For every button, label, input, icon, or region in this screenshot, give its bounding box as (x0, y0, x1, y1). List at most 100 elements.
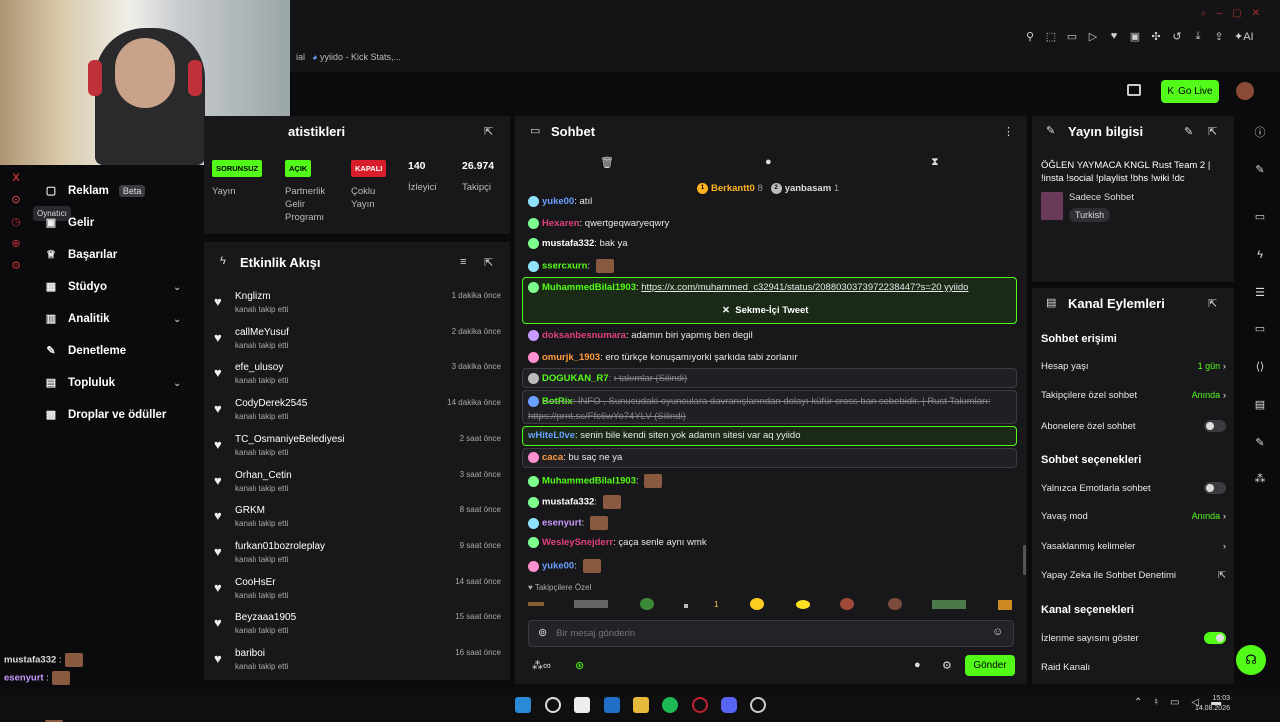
sidebar-item-gelir[interactable]: ▣ Gelir (44, 216, 94, 230)
chat-message[interactable]: caca: bu saç ne ya (528, 452, 622, 463)
chat-message[interactable]: MuhammedBilal1903: https://x.com/muhamme… (528, 282, 968, 293)
chevron-down-icon[interactable]: ⌄ (173, 378, 181, 389)
chat-username[interactable]: MuhammedBilal1903 (542, 282, 636, 293)
browser-extensions[interactable]: ⚲ ⬚ ▭ ▷ ♥ ▣ ✣ ↺ ⤓ ⇪ ✦AI (1024, 30, 1254, 43)
subs-chat-toggle[interactable] (1204, 420, 1226, 432)
code-icon[interactable]: ⟨⟩ (1252, 360, 1268, 373)
chat-username[interactable]: wHiteL0ve (528, 430, 575, 441)
slow-mode-row[interactable]: Yavaş mod Anında › (1041, 511, 1226, 522)
minimize-icon[interactable]: – (1217, 8, 1223, 19)
gear-icon[interactable]: ⚙ (11, 260, 21, 272)
store-icon[interactable] (574, 697, 590, 713)
list-item[interactable]: ♥ callMeYusuf kanalı takip etti 2 dakika ön… (214, 323, 504, 359)
sidebar-item-analitik[interactable]: ▥ Analitik (44, 312, 110, 326)
folder-icon[interactable] (633, 697, 649, 713)
sidebar-item-reklam[interactable]: ▢ Reklam Beta (44, 184, 146, 197)
list-item[interactable]: ♥ furkan01bozroleplay kanalı takip etti 9 s… (214, 537, 504, 573)
history-icon[interactable]: ↺ (1171, 30, 1183, 43)
popout-icon[interactable]: ⇱ (484, 125, 493, 138)
browser-tab[interactable]: ial (296, 52, 305, 62)
emote-icon[interactable] (796, 600, 810, 609)
shield-icon[interactable]: ⊚ (538, 626, 547, 639)
chat-username[interactable]: doksanbesnumara (542, 330, 626, 341)
mic-icon[interactable]: ♮ (1154, 697, 1158, 708)
bolt-icon[interactable]: ϟ (1252, 249, 1268, 261)
emote-icon[interactable] (932, 600, 966, 609)
sidebar-item-denetleme[interactable]: ✎ Denetleme (44, 344, 126, 358)
chat-icon[interactable]: ▭ (1252, 322, 1268, 335)
chevron-down-icon[interactable]: ⌄ (173, 282, 181, 293)
chat-message[interactable]: mustafa332: (528, 495, 621, 509)
chat-message[interactable]: esenyurt: (528, 516, 608, 530)
discord-icon[interactable] (721, 697, 737, 713)
windows-start-icon[interactable] (515, 697, 531, 713)
chat-username[interactable]: MuhammedBilal1903 (542, 476, 636, 487)
emote-icon[interactable] (750, 598, 764, 610)
popout-icon[interactable]: ⇱ (1208, 297, 1217, 310)
tv-icon[interactable] (1127, 84, 1141, 96)
avatar[interactable] (1236, 82, 1254, 100)
heart-icon[interactable]: ♥ (1108, 30, 1120, 43)
browser-tab-kickstats[interactable]: ◕ yyiido - Kick Stats,... (312, 52, 401, 62)
monitor-icon[interactable]: ▭ (1170, 697, 1179, 708)
video-icon[interactable]: ▭ (1252, 210, 1268, 223)
emote-icon[interactable] (684, 604, 688, 608)
sidebar-item-basarilar[interactable]: ♕ Başarılar (44, 248, 117, 262)
ai-icon[interactable]: ✦AI (1234, 30, 1254, 43)
list-item[interactable]: ♥ bariboi kanalı takip etti 16 saat önce (214, 644, 504, 680)
chat-message[interactable]: yuke00: (528, 559, 601, 573)
go-live-button[interactable]: K Go Live (1161, 80, 1219, 103)
chat-message[interactable]: Hexaren: qwertgeqwaryeqwry (528, 218, 669, 229)
chat-message[interactable]: DOGUKAN_R7: ı takımlar (Silindi) (528, 373, 687, 384)
box-icon[interactable]: ▣ (1129, 30, 1141, 43)
list-item[interactable]: ♥ efe_ulusoy kanalı takip etti 3 dakika önc… (214, 358, 504, 394)
chat-message[interactable]: mustafa332: bak ya (528, 238, 628, 249)
gamepad-icon[interactable]: ⊕ (11, 238, 20, 250)
sidebar-item-droplar[interactable]: ▩ Droplar ve ödüller (44, 408, 167, 422)
chat-username[interactable]: DOGUKAN_R7 (542, 373, 609, 384)
chat-message[interactable]: doksanbesnumara: adamın biri yapmış ben … (528, 330, 753, 341)
chat-username[interactable]: yuke00 (542, 196, 574, 207)
chat-username[interactable]: esenyurt (542, 518, 582, 529)
close-icon[interactable]: ✕ (1252, 8, 1260, 19)
search-icon[interactable]: ⌕ (1201, 8, 1207, 19)
chat-message[interactable]: ssercxurn: (528, 259, 614, 273)
chat-username[interactable]: ssercxurn (542, 261, 587, 272)
chat-username[interactable]: yuke00 (542, 561, 574, 572)
app-icon[interactable] (750, 697, 766, 713)
chevron-down-icon[interactable]: ⌄ (173, 314, 181, 325)
search-icon[interactable] (545, 697, 561, 713)
chat-message[interactable]: MuhammedBilal1903: (528, 474, 663, 488)
screenshot-icon[interactable]: ⬚ (1045, 30, 1057, 43)
system-clock[interactable]: 15:03 14.08.2026 (1195, 694, 1230, 714)
banned-words-row[interactable]: Yasaklanmış kelimeler › (1041, 541, 1226, 552)
pip-icon[interactable]: ▭ (1066, 30, 1078, 43)
trash-icon[interactable]: 🗑 (600, 156, 614, 169)
emoji-icon[interactable]: ☺ (992, 626, 1003, 638)
list-item[interactable]: ♥ CooHsEr kanalı takip etti 14 saat önce (214, 573, 504, 609)
chat-message[interactable]: wHiteL0ve: senin bile kendi siten yok ad… (528, 430, 800, 441)
wrench-icon[interactable]: ✎ (1252, 436, 1268, 449)
scrollbar[interactable] (1023, 545, 1026, 575)
chat-message[interactable]: BotRix: İNFO , Sunucudaki oyunculara dav… (528, 394, 998, 424)
list-item[interactable]: ♥ Knglizm kanalı takip etti 1 dakika önce (214, 287, 504, 323)
chat-username[interactable]: WesleySnejderr (542, 537, 613, 548)
maximize-icon[interactable]: ▢ (1232, 8, 1241, 19)
sidebar-item-topluluk[interactable]: ▤ Topluluk (44, 376, 115, 390)
chat-message[interactable]: yuke00: atıl (528, 196, 592, 207)
list-item[interactable]: ♥ Orhan_Cetin kanalı takip etti 3 saat önce (214, 466, 504, 502)
window-controls[interactable]: ⌕ – ▢ ✕ (1201, 8, 1260, 19)
emote-icon[interactable] (998, 600, 1012, 610)
list-icon[interactable]: ☰ (1252, 286, 1268, 299)
download-icon[interactable]: ⤓ (1192, 30, 1204, 43)
account-age-row[interactable]: Hesap yaşı 1 gün › (1041, 361, 1226, 372)
chat-message[interactable]: WesleySnejderr: çaça senle aynı wmk (528, 537, 707, 548)
pin-icon[interactable]: ⚲ (1024, 30, 1036, 43)
chat-username[interactable]: mustafa332 (542, 497, 594, 508)
show-viewers-toggle[interactable] (1204, 632, 1226, 644)
bubble-icon[interactable]: ● (914, 659, 921, 671)
puzzle-icon[interactable]: ✣ (1150, 30, 1162, 43)
x-icon[interactable]: X (12, 172, 19, 184)
mail-icon[interactable] (604, 697, 620, 713)
ai-moderation-row[interactable]: Yapay Zeka ile Sohbet Denetimi ⇱ (1041, 570, 1226, 581)
